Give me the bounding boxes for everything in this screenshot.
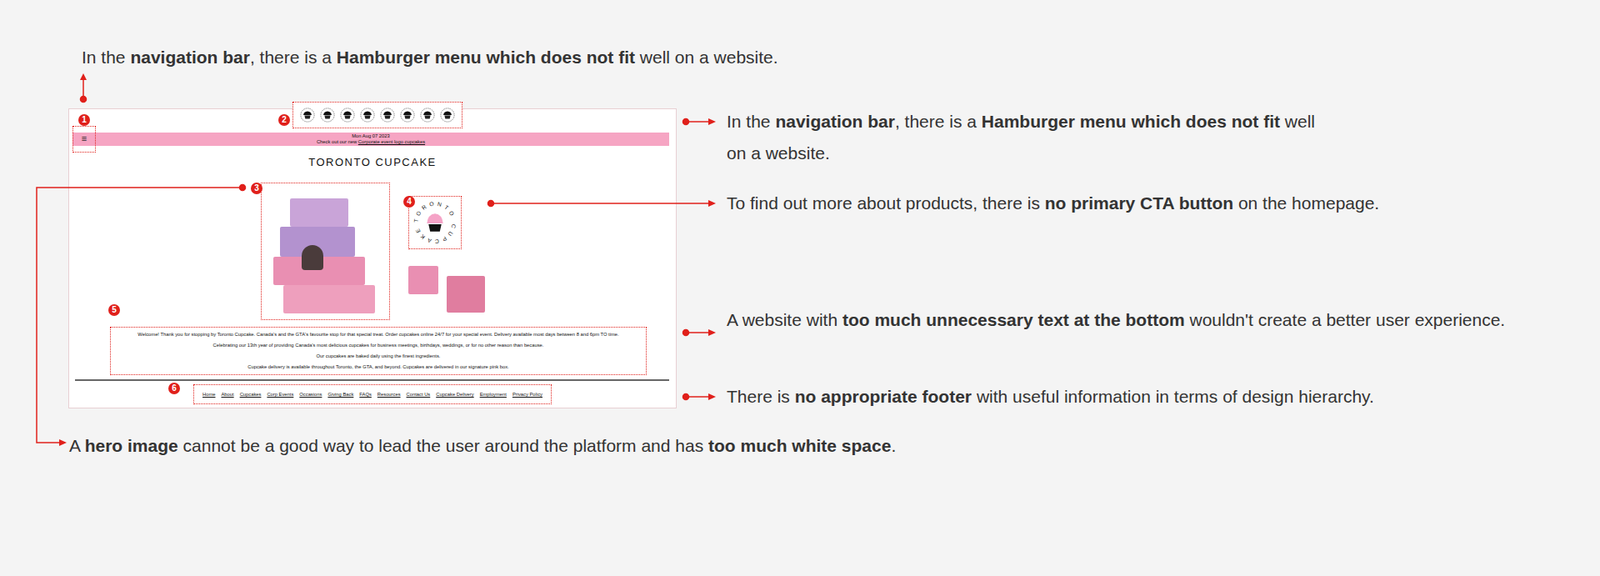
marker-badge: 6 [168,382,180,395]
intro-paragraph: Celebrating our 13th year of providing C… [115,340,641,351]
cupcake-icon[interactable] [400,107,415,123]
promo-link[interactable]: Corporate event logo cupcakes [358,139,425,145]
intro-paragraph: Welcome! Thank you for stopping by Toron… [115,329,641,340]
cupcake-icon[interactable] [420,107,435,123]
divider [75,379,670,381]
cupcake-icon[interactable] [440,107,455,123]
side-note: There is no appropriate footer with usef… [726,380,1505,413]
gift-boxes-image [408,260,489,320]
footer-link[interactable]: Cupcake Delivery [435,390,474,398]
cupcake-icon[interactable] [380,107,395,123]
intro-paragraph: Cupcake delivery is available throughout… [115,361,641,373]
side-note: To find out more about products, there i… [726,187,1505,220]
footer-link[interactable]: Occasions [299,390,322,398]
marker-badge: 1 [78,114,90,126]
bottom-note: A hero image cannot be a good way to lea… [0,430,1600,462]
intro-paragraph: Our cupcakes are baked daily using the f… [115,350,641,362]
footer-link[interactable]: Corp Events [266,390,294,398]
footer-links: Home About Cupcakes Corp Events Occasions Giv… [193,384,552,405]
footer-link[interactable]: Privacy Policy [512,390,543,398]
date-text: Mon Aug 07 2023 [95,133,646,140]
hamburger-menu[interactable]: ≡ [72,125,96,153]
footer-link[interactable]: Resources [377,390,401,398]
website-mockup: 1 2 3 4 5 6 ≡Mon Aug 07 2023Check out our new … [68,108,677,409]
marker-badge: 4 [403,195,415,208]
promo-text: Check out our new Corporate event logo c… [95,139,646,145]
side-note: A website with too much unnecessary text… [726,304,1505,336]
cupcake-icon[interactable] [340,107,355,123]
cupcake-icon[interactable] [320,107,335,123]
logo-icon: TORONTO CUPCAKE [410,198,460,247]
connector-lines [0,0,1600,576]
footer-link[interactable]: Employment [480,390,507,398]
cupcake-icon[interactable] [360,107,375,123]
footer-link[interactable]: Contact Us [406,390,431,398]
intro-text: Welcome! Thank you for stopping by Toron… [110,326,647,375]
marker-badge: 3 [250,182,263,195]
footer-link[interactable]: Giving Back [327,390,354,398]
marker-badge: 2 [278,114,290,126]
side-note: In the navigation bar, there is a Hambur… [726,105,1505,170]
footer-link[interactable]: Cupcakes [240,390,262,398]
social-icons [292,101,463,129]
footer-link[interactable]: Home [202,390,215,398]
top-note: In the navigation bar, there is a Hambur… [0,0,1600,74]
site-title: TORONTO CUPCAKE [308,155,436,170]
site-nav-bar: ≡Mon Aug 07 2023Check out our new Corpor… [72,132,670,146]
hero-image [260,182,390,320]
footer-link[interactable]: About [220,390,234,398]
logo[interactable]: TORONTO CUPCAKE [408,195,462,250]
critique-board: In the navigation bar, there is a Hambur… [0,0,1600,576]
marker-badge: 5 [108,304,120,316]
footer-link[interactable]: FAQs [359,390,372,398]
cupcake-icon[interactable] [300,107,315,123]
svg-text:TORONTO CUPCAKE: TORONTO CUPCAKE [412,200,457,245]
